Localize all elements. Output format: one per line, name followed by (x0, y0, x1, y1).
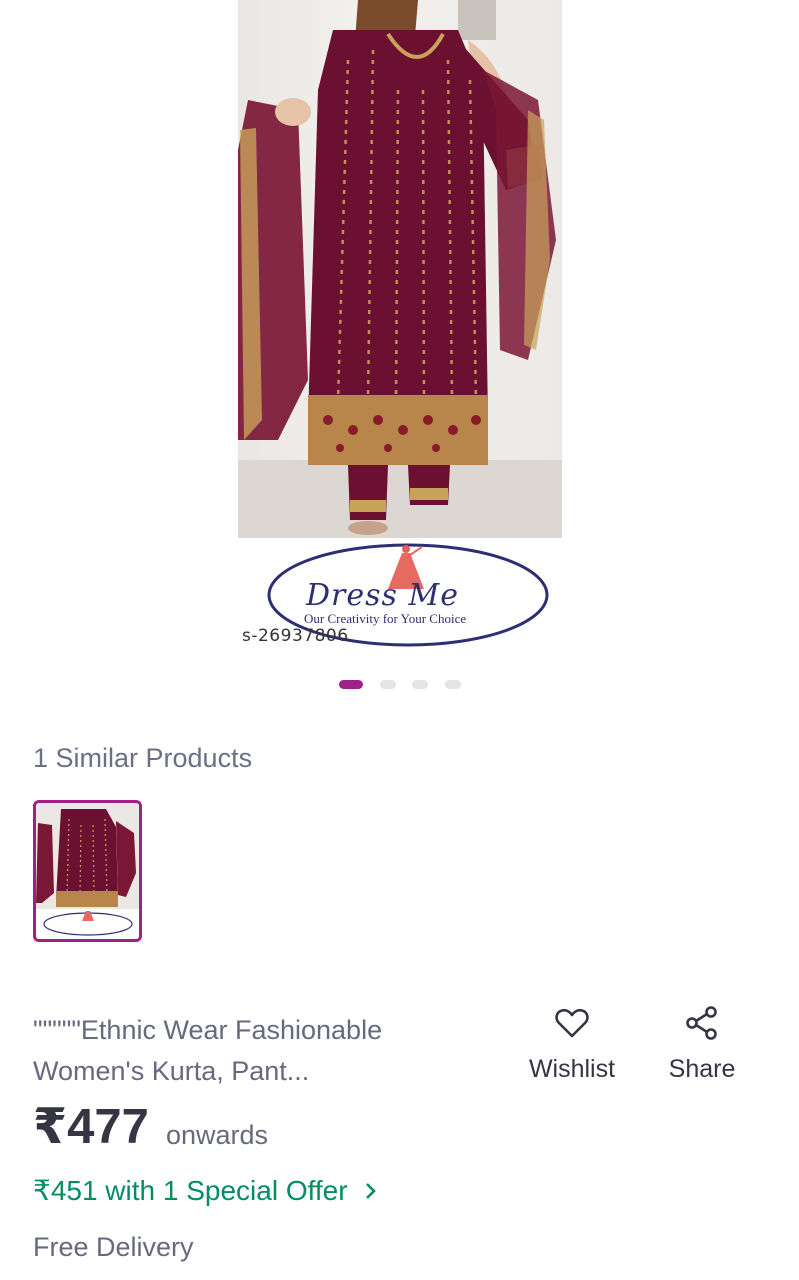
carousel-dot[interactable] (380, 680, 396, 689)
heart-icon (555, 1008, 589, 1038)
delivery-info: Free Delivery (33, 1232, 194, 1262)
carousel-dot[interactable] (445, 680, 461, 689)
carousel-dot[interactable] (412, 680, 428, 689)
share-button[interactable]: Share (660, 1005, 744, 1084)
similar-product-image (36, 803, 139, 939)
special-offer-link[interactable]: ₹451 with 1 Special Offer (33, 1174, 377, 1207)
chevron-right-icon (365, 1175, 377, 1207)
product-price: ₹477 (33, 1100, 149, 1154)
share-icon (686, 1006, 717, 1040)
carousel-dot-active[interactable] (339, 680, 363, 689)
product-image-carousel[interactable]: Dress Me Our Creativity for Your Choice … (0, 0, 799, 665)
sku-watermark: s-26937806 (242, 626, 349, 646)
carousel-indicator (0, 680, 799, 690)
share-label: Share (668, 1055, 736, 1083)
brand-logo-banner: Dress Me Our Creativity for Your Choice … (238, 538, 562, 658)
kurta-photo-illustration (238, 0, 562, 538)
price-suffix: onwards (166, 1120, 269, 1150)
product-title: """""Ethnic Wear Fashionable Women's Kur… (33, 1015, 383, 1086)
similar-product-thumbnail[interactable] (33, 800, 142, 942)
product-photo[interactable] (238, 0, 562, 538)
similar-products-heading: 1 Similar Products (33, 743, 253, 773)
brand-tagline: Our Creativity for Your Choice (304, 611, 467, 626)
brand-logo-text: Dress Me (306, 578, 459, 613)
special-offer-text: ₹451 with 1 Special Offer (33, 1175, 348, 1206)
wishlist-button[interactable]: Wishlist (522, 1005, 622, 1084)
wishlist-label: Wishlist (528, 1055, 616, 1083)
